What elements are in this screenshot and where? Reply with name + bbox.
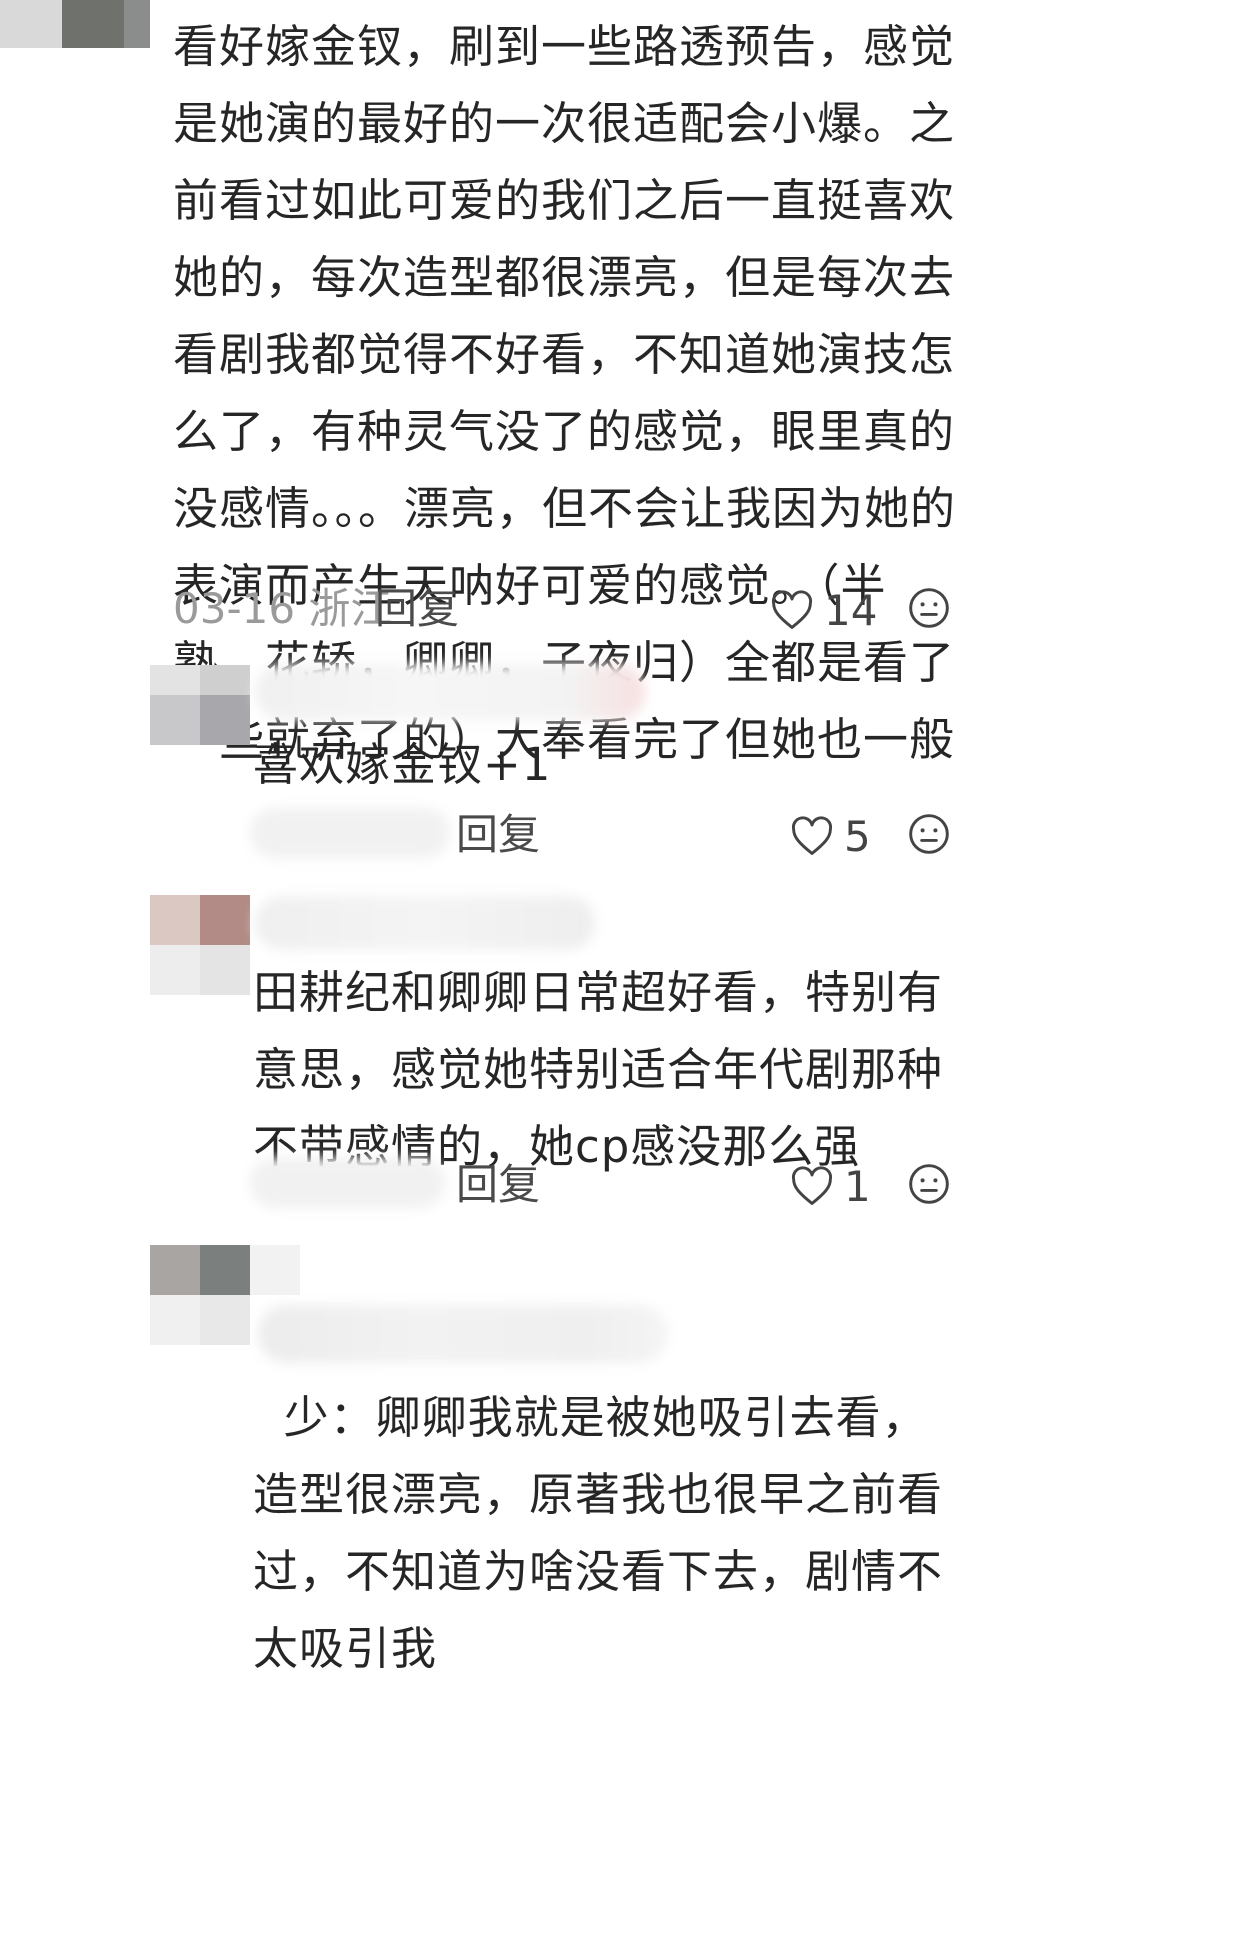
- username-redacted: [255, 896, 595, 950]
- neutral-face-icon[interactable]: [907, 1162, 951, 1206]
- neutral-face-icon[interactable]: [907, 812, 951, 856]
- like-count: 14: [824, 585, 878, 635]
- meta-redacted: [250, 1158, 445, 1208]
- heart-outline-icon: [790, 1165, 834, 1207]
- username-redacted: [255, 664, 645, 720]
- like-count: 5: [844, 811, 871, 861]
- comment-text-fragment: 少：卿卿我就是被她吸引去看，造型很漂亮，原著我也很早之前看过，不知道为啥没看下去…: [253, 1391, 944, 1675]
- heart-outline-icon: [770, 589, 814, 631]
- meta-redacted: [250, 808, 450, 858]
- like-button[interactable]: 5: [790, 811, 871, 861]
- reply-button[interactable]: 回复: [456, 1160, 540, 1210]
- reply-button[interactable]: 回复: [375, 584, 459, 634]
- comment-text: 喜欢嫁金钗+1: [253, 738, 552, 791]
- reply-button[interactable]: 回复: [456, 810, 540, 860]
- neutral-face-icon[interactable]: [907, 586, 951, 630]
- heart-outline-icon: [790, 815, 834, 857]
- comment-text: 少：卿卿我就是被她吸引去看，造型很漂亮，原著我也很早之前看过，不知道为啥没看下去…: [253, 1302, 973, 1687]
- comment-text: 田耕纪和卿卿日常超好看，特别有意思，感觉她特别适合年代剧那种不带感情的，她cp感…: [253, 966, 944, 1173]
- avatar[interactable]: [150, 665, 250, 745]
- comment-meta: 03-16 浙江: [173, 584, 392, 634]
- avatar[interactable]: [0, 0, 150, 48]
- avatar[interactable]: [150, 895, 250, 995]
- comment-date: 03-16: [173, 584, 296, 633]
- like-count: 1: [844, 1161, 871, 1211]
- like-button[interactable]: 14: [770, 585, 878, 635]
- like-button[interactable]: 1: [790, 1161, 871, 1211]
- comment-text: 看好嫁金钗，刷到一些路透预告，感觉是她演的最好的一次很适配会小爆。之前看过如此可…: [173, 20, 957, 766]
